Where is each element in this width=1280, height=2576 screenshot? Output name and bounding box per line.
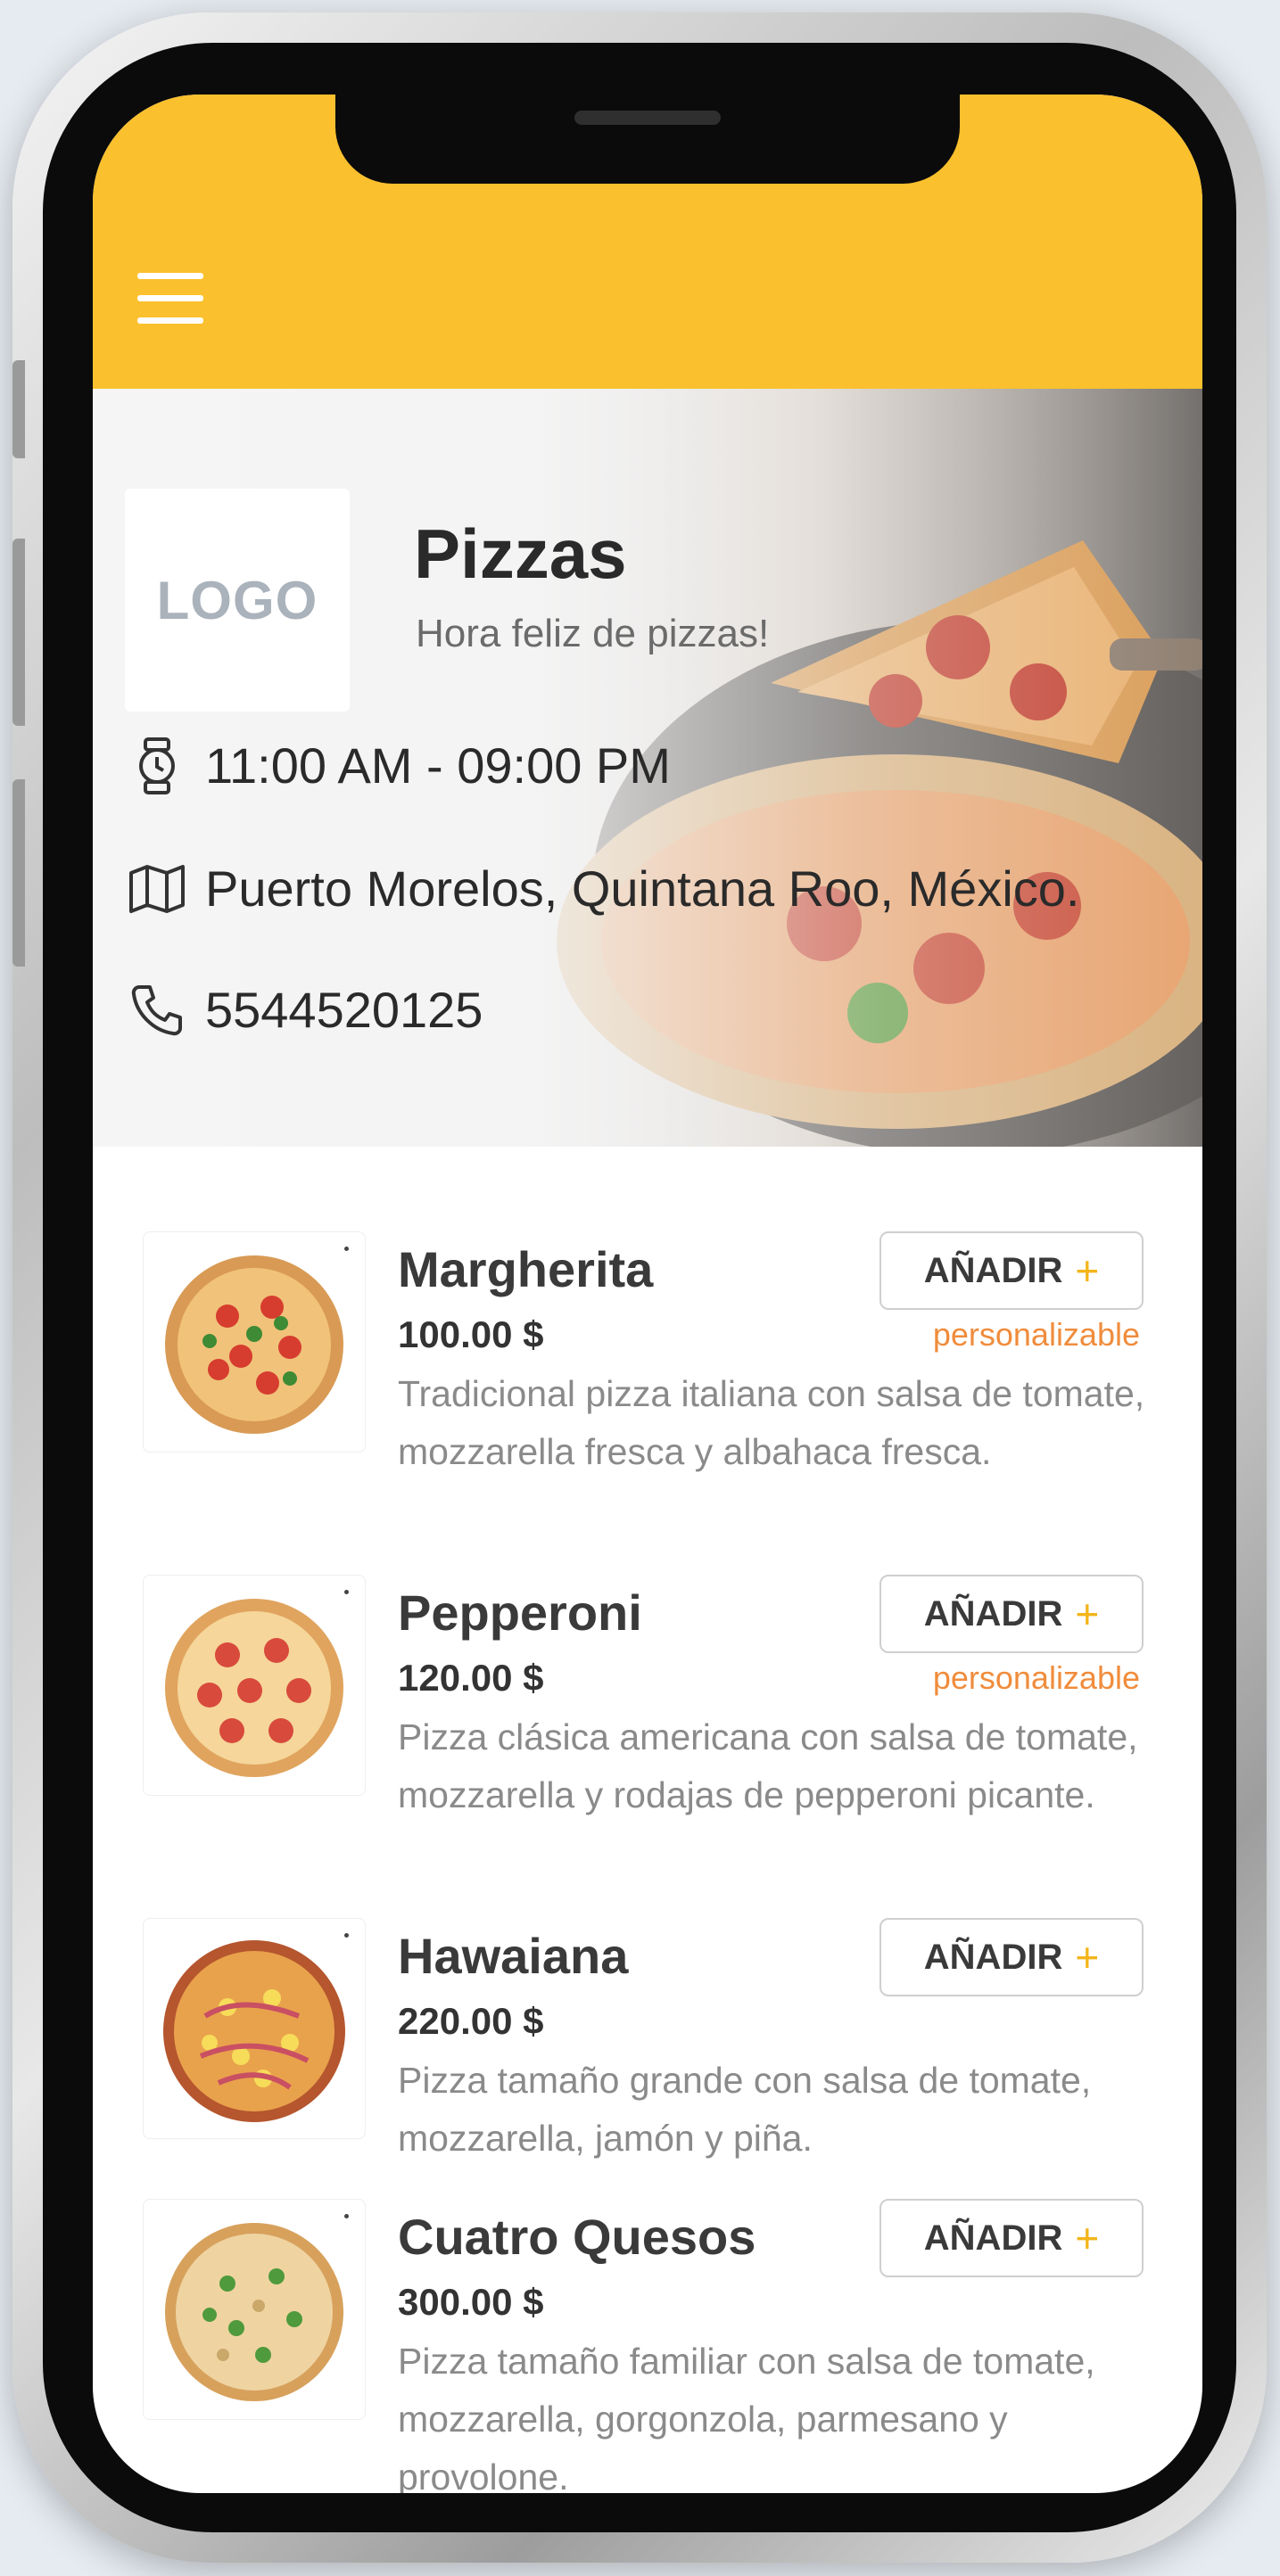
notch bbox=[335, 95, 960, 184]
add-button[interactable]: AÑADIR + bbox=[879, 1918, 1144, 1996]
plus-icon: + bbox=[1075, 1934, 1100, 1980]
store-tagline: Hora feliz de pizzas! bbox=[416, 612, 770, 655]
item-description: Pizza clásica americana con salsa de tom… bbox=[398, 1716, 1138, 1815]
hours-text: 11:00 AM - 09:00 PM bbox=[205, 737, 671, 794]
store-logo: LOGO bbox=[125, 489, 350, 712]
address-text: Puerto Morelos, Quintana Roo, México. bbox=[205, 860, 1080, 917]
side-button bbox=[12, 779, 25, 967]
speaker bbox=[574, 111, 721, 125]
item-thumbnail bbox=[143, 1575, 366, 1796]
item-thumbnail bbox=[143, 2199, 366, 2420]
side-button bbox=[12, 539, 25, 726]
add-button-label: AÑADIR bbox=[923, 1593, 1063, 1634]
watch-icon bbox=[128, 737, 186, 794]
phone-text: 5544520125 bbox=[205, 982, 483, 1038]
add-button-label: AÑADIR bbox=[923, 2218, 1063, 2258]
item-description: Pizza tamaño grande con salsa de tomate,… bbox=[398, 2060, 1092, 2159]
customizable-tag: personalizable bbox=[932, 1316, 1140, 1353]
customizable-tag: personalizable bbox=[932, 1659, 1140, 1696]
add-button[interactable]: AÑADIR + bbox=[879, 1231, 1144, 1310]
map-icon bbox=[128, 860, 186, 918]
item-description: Pizza tamaño familiar con salsa de tomat… bbox=[398, 2341, 1095, 2493]
hamburger-menu-icon[interactable] bbox=[137, 273, 203, 325]
app-screen: LOGO Pizzas Hora feliz de pizzas! 11:00 … bbox=[93, 95, 1202, 2493]
store-name: Pizzas bbox=[414, 514, 627, 593]
plus-icon: + bbox=[1075, 1247, 1100, 1294]
item-thumbnail bbox=[143, 1231, 366, 1453]
phone-icon bbox=[128, 982, 186, 1039]
item-name: Hawaiana bbox=[398, 1928, 629, 1984]
add-button[interactable]: AÑADIR + bbox=[879, 1575, 1144, 1653]
hours-row: 11:00 AM - 09:00 PM bbox=[128, 737, 671, 794]
item-price: 120.00 $ bbox=[398, 1657, 544, 1699]
add-button-label: AÑADIR bbox=[923, 1250, 1063, 1290]
item-thumbnail bbox=[143, 1918, 366, 2139]
store-hero: LOGO Pizzas Hora feliz de pizzas! 11:00 … bbox=[93, 389, 1202, 1147]
item-price: 100.00 $ bbox=[398, 1313, 544, 1355]
item-name: Cuatro Quesos bbox=[398, 2209, 756, 2265]
item-name: Margherita bbox=[398, 1241, 654, 1297]
side-button bbox=[12, 360, 25, 458]
item-price: 220.00 $ bbox=[398, 2000, 544, 2042]
item-description: Tradicional pizza italiana con salsa de … bbox=[398, 1373, 1145, 1472]
item-price: 300.00 $ bbox=[398, 2281, 544, 2323]
plus-icon: + bbox=[1075, 1591, 1100, 1637]
address-row: Puerto Morelos, Quintana Roo, México. bbox=[128, 860, 1079, 918]
add-button[interactable]: AÑADIR + bbox=[879, 2199, 1144, 2277]
logo-text: LOGO bbox=[156, 570, 318, 630]
item-name: Pepperoni bbox=[398, 1584, 642, 1641]
phone-row[interactable]: 5544520125 bbox=[128, 981, 483, 1039]
plus-icon: + bbox=[1075, 2215, 1100, 2261]
add-button-label: AÑADIR bbox=[923, 1937, 1063, 1977]
